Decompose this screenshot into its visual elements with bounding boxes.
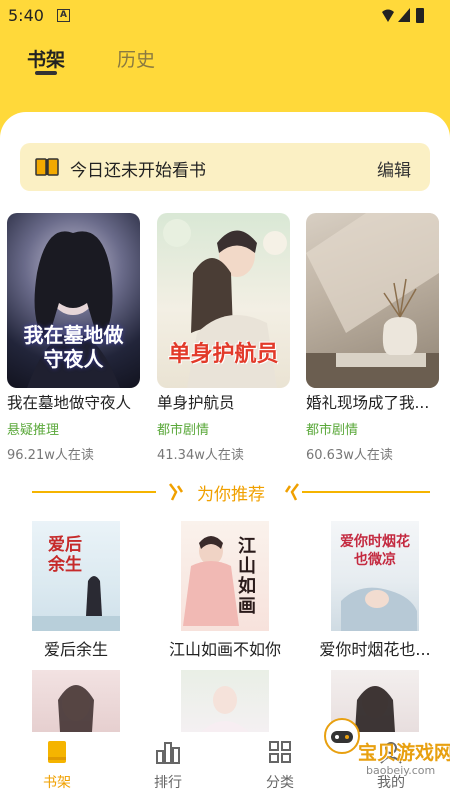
- nav-category[interactable]: 分类: [235, 732, 325, 800]
- book-genre: 悬疑推理: [7, 423, 60, 438]
- recommend-title: 为你推荐: [197, 485, 265, 505]
- book-cover[interactable]: 江山如画: [181, 521, 269, 631]
- cover-art: [201, 686, 249, 732]
- sparkle-right-icon: [284, 483, 299, 501]
- cover-title: 爱后余生: [48, 535, 82, 575]
- book-icon: [48, 741, 66, 763]
- notice-text: 今日还未开始看书: [70, 161, 206, 181]
- tab-history[interactable]: 历史: [117, 45, 155, 72]
- signal-icon: [398, 8, 410, 22]
- recommend-book-card[interactable]: 爱后余生 爱后余生: [6, 521, 146, 660]
- book-cover[interactable]: 爱你时烟花也微凉: [331, 521, 419, 631]
- book-title: 单身护航员: [157, 394, 235, 412]
- recommend-book-card[interactable]: 爱你时烟花也微凉 爱你时烟花也...: [305, 521, 445, 660]
- book-cover[interactable]: [306, 213, 439, 388]
- book-title: 江山如画不如你: [168, 640, 281, 659]
- nav-label: 书架: [43, 775, 71, 791]
- ranking-icon: [156, 742, 180, 764]
- cover-art: [58, 685, 94, 732]
- divider-line-right: [302, 491, 430, 493]
- cover-title: 单身护航员: [168, 341, 279, 367]
- nav-ranking[interactable]: 排行: [123, 732, 213, 800]
- tab-bookshelf[interactable]: 书架: [27, 45, 65, 72]
- status-icons: [382, 8, 424, 23]
- book-readers: 60.63w人在读: [306, 448, 393, 463]
- status-bar: 5:40 A: [0, 0, 450, 32]
- watermark-url: baobeiy.com: [366, 764, 436, 777]
- book-cover[interactable]: 单身护航员: [157, 213, 290, 388]
- book-title: 爱后余生: [43, 640, 108, 659]
- wifi-icon: [382, 9, 394, 22]
- status-time: 5:40: [8, 6, 44, 25]
- tab-active-indicator: [35, 71, 57, 75]
- category-icon: [269, 741, 291, 763]
- shelf-book-card[interactable]: 我在墓地做守夜人 我在墓地做守夜人 悬疑推理 96.21w人在读: [7, 213, 140, 463]
- book-genre: 都市剧情: [157, 423, 210, 438]
- watermark: 宝贝游戏网 baobeiy.com: [322, 716, 450, 784]
- nav-label: 排行: [154, 775, 182, 791]
- cover-title: 江山如画: [238, 536, 256, 617]
- battery-icon: [416, 8, 424, 23]
- book-genre: 都市剧情: [306, 423, 359, 438]
- shelf-book-card[interactable]: 单身护航员 单身护航员 都市剧情 41.34w人在读: [157, 213, 290, 463]
- cover-art: [306, 213, 439, 388]
- sparkle-left-icon: [169, 483, 184, 501]
- watermark-text: 宝贝游戏网: [358, 742, 450, 764]
- recommend-book-card[interactable]: 江山如画 江山如画不如你: [155, 521, 295, 660]
- cover-title: 爱你时烟花也微凉: [340, 534, 410, 568]
- nav-bookshelf[interactable]: 书架: [12, 732, 102, 800]
- book-cover[interactable]: [181, 670, 269, 732]
- shelf-book-card[interactable]: 婚礼现场成了我... 都市剧情 60.63w人在读: [306, 213, 439, 463]
- book-cover[interactable]: 爱后余生: [32, 521, 120, 631]
- reading-notice-bar: 今日还未开始看书 编辑: [20, 143, 430, 191]
- book-title: 婚礼现场成了我...: [306, 394, 430, 412]
- divider-line-left: [32, 491, 156, 493]
- book-title: 爱你时烟花也...: [319, 640, 431, 659]
- book-cover[interactable]: [32, 670, 120, 732]
- gamepad-logo-icon: [324, 718, 360, 754]
- notification-badge-icon: A: [57, 9, 70, 22]
- nav-label: 分类: [266, 775, 294, 791]
- book-title: 我在墓地做守夜人: [7, 394, 132, 412]
- open-book-icon: [35, 158, 59, 176]
- book-readers: 96.21w人在读: [7, 448, 94, 463]
- book-cover[interactable]: 我在墓地做守夜人: [7, 213, 140, 388]
- edit-button[interactable]: 编辑: [377, 156, 411, 181]
- cover-title: 我在墓地做守夜人: [23, 323, 124, 371]
- book-readers: 41.34w人在读: [157, 448, 244, 463]
